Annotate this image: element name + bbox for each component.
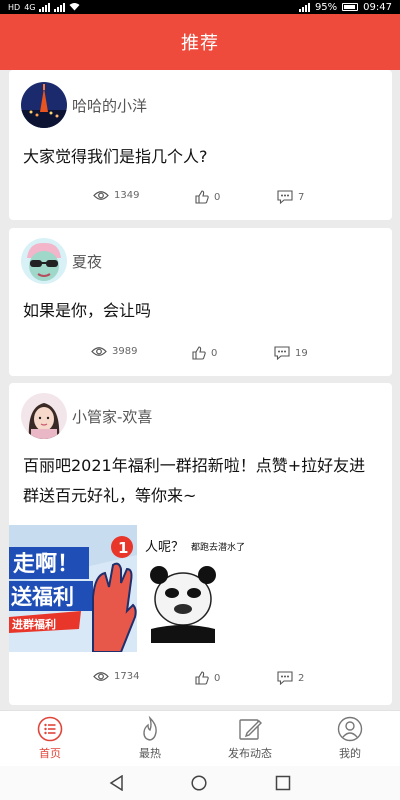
comment-button[interactable]: 7: [277, 190, 304, 204]
battery-icon: [342, 3, 359, 11]
post-image-meme[interactable]: 人呢？ 都跑去潜水了: [139, 525, 269, 652]
header-bar: 推荐: [0, 14, 400, 70]
hd-label: HD: [8, 2, 21, 12]
page-title: 推荐: [181, 33, 219, 54]
author-name[interactable]: 夏夜: [72, 251, 102, 272]
network-type-label: 4G: [24, 2, 36, 12]
promo-badge: 1: [118, 539, 128, 557]
eye-icon: [93, 191, 109, 200]
clock: 09:47: [363, 1, 392, 13]
comment-button[interactable]: 2: [277, 671, 304, 685]
post-stats: 1734 0 2: [9, 671, 392, 691]
comment-icon: [274, 346, 290, 360]
like-button[interactable]: 0: [195, 190, 220, 204]
status-bar: HD 4G 95% 09:47: [0, 0, 400, 14]
post-card[interactable]: 夏夜 如果是你，会让吗 3989 0 19: [9, 228, 392, 376]
comments-count: 7: [298, 191, 305, 203]
system-nav-bar: [0, 766, 400, 800]
user-icon: [337, 716, 363, 742]
author-name[interactable]: 哈哈的小洋: [72, 95, 147, 116]
avatar[interactable]: [21, 238, 67, 284]
author-name[interactable]: 小管家-欢喜: [72, 406, 152, 427]
meme-caption-big: 人呢？: [145, 540, 184, 555]
views-count: 3989: [112, 346, 138, 357]
edit-icon: [239, 719, 262, 740]
tab-post-label: 发布动态: [228, 747, 272, 760]
recents-square-icon[interactable]: [275, 775, 291, 791]
post-author[interactable]: 哈哈的小洋: [21, 82, 147, 128]
comments-count: 19: [295, 347, 308, 359]
views-count: 1349: [114, 190, 140, 201]
post-author[interactable]: 小管家-欢喜: [21, 393, 152, 439]
likes-count: 0: [214, 191, 221, 203]
tab-home[interactable]: 首页: [0, 711, 100, 766]
post-feed[interactable]: 哈哈的小洋 大家觉得我们是指几个人? 1349 0 7 夏夜 如果是你，会让吗 …: [0, 70, 400, 710]
promo-line2: 送福利: [11, 585, 74, 609]
bottom-tab-bar: 首页 最热 发布动态 我的: [0, 710, 400, 766]
comment-icon: [277, 671, 293, 685]
post-text[interactable]: 如果是你，会让吗: [23, 296, 378, 326]
post-author[interactable]: 夏夜: [21, 238, 102, 284]
tab-mine-label: 我的: [339, 747, 361, 760]
post-card[interactable]: 哈哈的小洋 大家觉得我们是指几个人? 1349 0 7: [9, 70, 392, 220]
post-stats: 1349 0 7: [9, 190, 392, 210]
eye-icon: [91, 347, 107, 356]
thumbs-up-icon: [195, 190, 209, 204]
back-icon[interactable]: [109, 775, 125, 791]
tab-hot[interactable]: 最热: [100, 711, 200, 766]
flame-icon: [143, 716, 157, 741]
meme-caption-small: 都跑去潜水了: [191, 541, 245, 553]
likes-count: 0: [211, 347, 218, 359]
post-stats: 3989 0 19: [9, 346, 392, 366]
post-text[interactable]: 百丽吧2021年福利一群招新啦！点赞+拉好友进群送百元好礼，等你来~: [23, 451, 378, 511]
network-indicators: HD 4G: [8, 2, 80, 13]
comment-icon: [277, 190, 293, 204]
promo-line1: 走啊！: [13, 552, 79, 577]
views-stat: 3989: [91, 346, 137, 357]
signal-icon-2: [54, 2, 66, 12]
post-card[interactable]: 小管家-欢喜 百丽吧2021年福利一群招新啦！点赞+拉好友进群送百元好礼，等你来…: [9, 383, 392, 705]
tab-hot-label: 最热: [139, 747, 161, 760]
views-stat: 1349: [93, 190, 139, 201]
thumbs-up-icon: [192, 346, 206, 360]
views-stat: 1734: [93, 671, 139, 682]
wifi-icon: [69, 2, 80, 13]
like-button[interactable]: 0: [192, 346, 217, 360]
battery-percent: 95%: [314, 1, 338, 13]
eye-icon: [93, 672, 109, 681]
views-count: 1734: [114, 671, 140, 682]
avatar[interactable]: [21, 393, 67, 439]
post-image-promo[interactable]: 走啊！ 送福利 进群福利 1: [9, 525, 137, 653]
promo-banner: 进群福利: [12, 617, 56, 631]
avatar[interactable]: [21, 82, 67, 128]
tab-mine[interactable]: 我的: [300, 711, 400, 766]
tab-post[interactable]: 发布动态: [200, 711, 300, 766]
tab-home-label: 首页: [39, 747, 61, 760]
home-circle-icon[interactable]: [191, 775, 207, 791]
thumbs-up-icon: [195, 671, 209, 685]
signal-icon: [39, 2, 51, 12]
like-button[interactable]: 0: [195, 671, 220, 685]
cell-signal-icon: [298, 2, 310, 12]
post-text[interactable]: 大家觉得我们是指几个人?: [23, 142, 378, 172]
home-list-icon: [37, 716, 63, 742]
comments-count: 2: [298, 672, 305, 684]
comment-button[interactable]: 19: [274, 346, 308, 360]
likes-count: 0: [214, 672, 221, 684]
